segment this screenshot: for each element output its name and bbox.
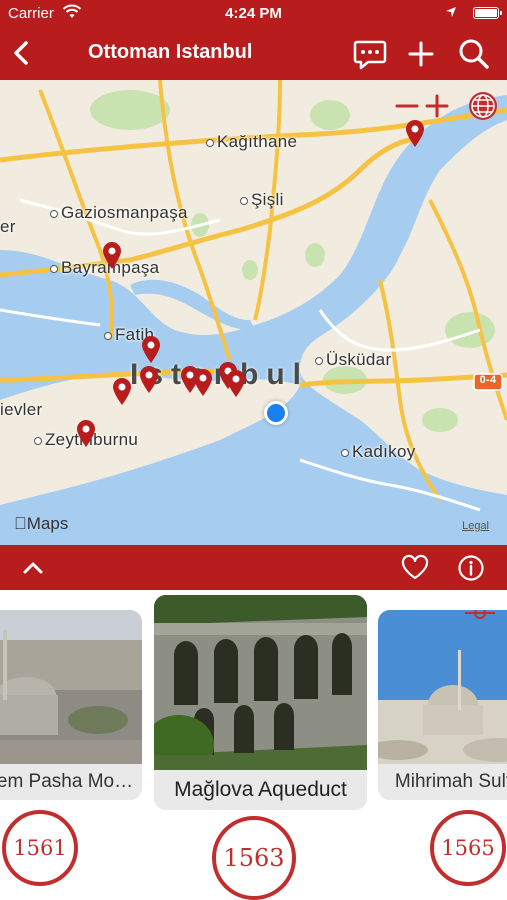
map-view[interactable]: 0-4 Kağıthane Şişli Gaziosmanpaşa Bayram…	[0, 80, 507, 545]
pin-indicator-icon	[465, 610, 495, 619]
place-label: Şişli	[240, 190, 284, 210]
zoom-in-icon[interactable]	[425, 94, 449, 118]
status-bar: Carrier 4:24 PM	[0, 0, 507, 28]
landmark-card[interactable]: em Pasha Mo…	[0, 610, 142, 800]
place-label: er	[0, 217, 16, 236]
user-location-dot	[264, 401, 288, 425]
map-pin[interactable]	[76, 420, 96, 448]
location-arrow-icon	[446, 7, 456, 17]
battery-icon	[473, 7, 502, 19]
landmark-photo	[378, 610, 507, 765]
plus-icon[interactable]	[403, 36, 439, 72]
status-time: 4:24 PM	[225, 5, 282, 22]
globe-icon[interactable]	[469, 92, 497, 120]
place-label: Kadıkoy	[341, 442, 416, 462]
map-pin[interactable]	[193, 369, 213, 397]
zoom-controls	[393, 90, 501, 122]
landmark-caption: Mihrimah Sult	[378, 764, 507, 800]
search-icon[interactable]	[456, 36, 492, 72]
landmark-card[interactable]: Mihrimah Sult	[378, 610, 507, 800]
landmark-photo	[0, 610, 142, 765]
page-title: Ottoman Istanbul	[88, 41, 253, 63]
chat-icon[interactable]	[352, 36, 388, 72]
landmark-carousel[interactable]: em Pasha Mo… Mağlova Aqueduct Mihrimah S…	[0, 590, 507, 810]
legal-link[interactable]: Legal	[462, 520, 489, 532]
landmark-caption: em Pasha Mo…	[0, 764, 142, 800]
landmark-card-selected[interactable]: Mağlova Aqueduct	[154, 595, 367, 810]
map-pin[interactable]	[405, 120, 425, 148]
landmark-caption: Mağlova Aqueduct	[154, 770, 367, 810]
year-badge[interactable]: 1561	[2, 810, 78, 886]
place-label: Üsküdar	[315, 350, 391, 370]
map-pin[interactable]	[139, 366, 159, 394]
heart-icon[interactable]	[400, 553, 430, 583]
map-pin[interactable]	[102, 242, 122, 270]
back-chevron-icon[interactable]	[8, 38, 38, 68]
map-pin[interactable]	[141, 336, 161, 364]
year-badge-selected[interactable]: 1563	[212, 816, 296, 900]
chevron-up-icon[interactable]	[18, 553, 48, 583]
map-pin[interactable]	[112, 378, 132, 406]
map-pin[interactable]	[226, 370, 246, 398]
year-badge[interactable]: 1565	[430, 810, 506, 886]
bottom-toolbar	[0, 545, 507, 590]
year-timeline: 1561 1563 1565	[0, 810, 507, 900]
landmark-photo	[154, 595, 367, 770]
place-label: Gaziosmanpaşa	[50, 203, 188, 223]
place-label: ievler	[0, 400, 43, 419]
info-icon[interactable]	[456, 553, 486, 583]
road-badge: 0-4	[479, 374, 497, 386]
maps-logo: Maps	[14, 514, 68, 533]
place-label: Kağıthane	[206, 132, 297, 152]
nav-bar: Ottoman Istanbul	[0, 28, 507, 80]
